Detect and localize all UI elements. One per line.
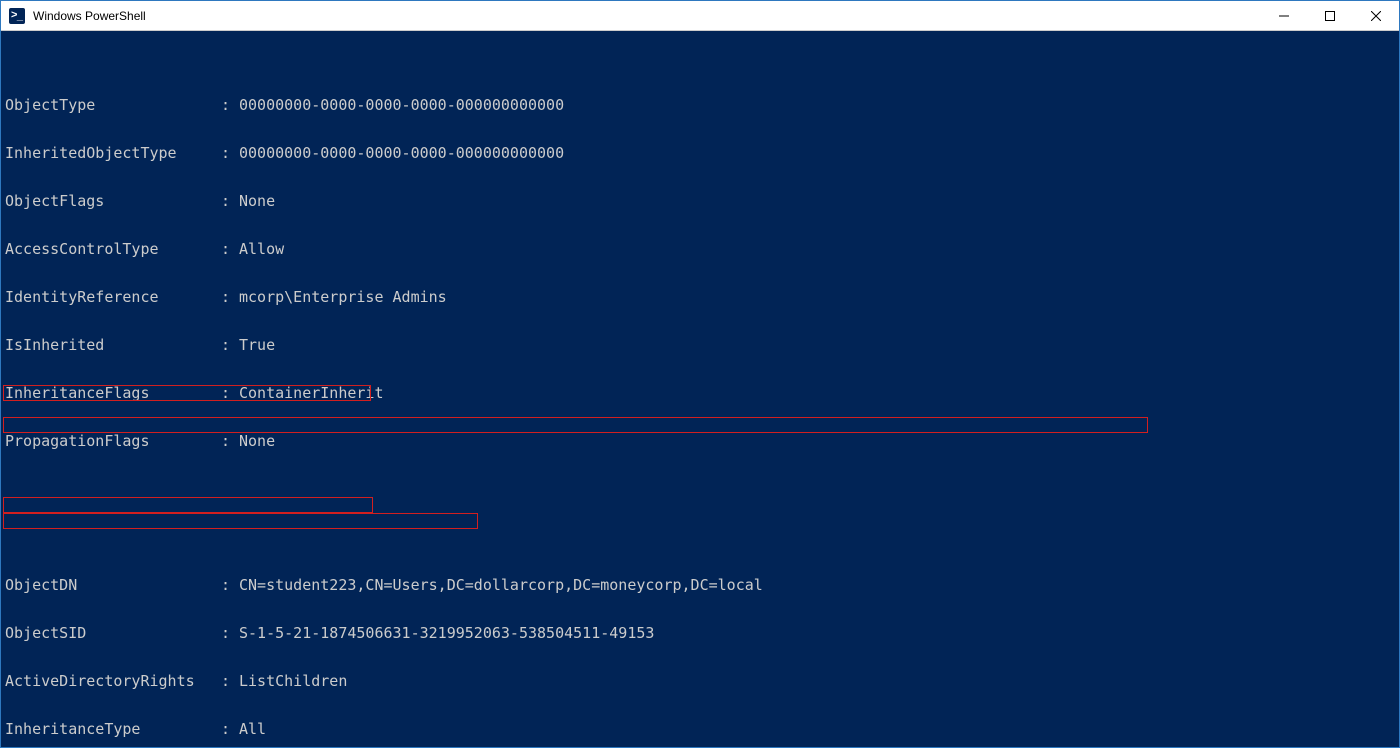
output-line: ObjectFlags: None <box>5 193 1395 209</box>
powershell-console[interactable]: ObjectType: 00000000-0000-0000-0000-0000… <box>1 31 1399 747</box>
output-line: InheritanceFlags: ContainerInherit <box>5 385 1395 401</box>
minimize-button[interactable] <box>1261 1 1307 30</box>
highlight-box <box>3 417 1148 433</box>
maximize-button[interactable] <box>1307 1 1353 30</box>
output-line: ActiveDirectoryRights: ListChildren <box>5 673 1395 689</box>
powershell-icon <box>9 8 25 24</box>
window-title: Windows PowerShell <box>33 9 1261 23</box>
output-line: IdentityReference: mcorp\Enterprise Admi… <box>5 289 1395 305</box>
window-titlebar: Windows PowerShell <box>1 1 1399 31</box>
close-button[interactable] <box>1353 1 1399 30</box>
output-line: InheritedObjectType: 00000000-0000-0000-… <box>5 145 1395 161</box>
output-line: IsInherited: True <box>5 337 1395 353</box>
output-line: ObjectDN: CN=student223,CN=Users,DC=doll… <box>5 577 1395 593</box>
highlight-box <box>3 513 478 529</box>
output-line: InheritanceType: All <box>5 721 1395 737</box>
blank-line <box>5 497 1395 513</box>
output-line: ObjectType: 00000000-0000-0000-0000-0000… <box>5 97 1395 113</box>
output-line: ObjectSID: S-1-5-21-1874506631-321995206… <box>5 625 1395 641</box>
output-line: AccessControlType: Allow <box>5 241 1395 257</box>
output-line: PropagationFlags: None <box>5 433 1395 449</box>
window-control-buttons <box>1261 1 1399 30</box>
